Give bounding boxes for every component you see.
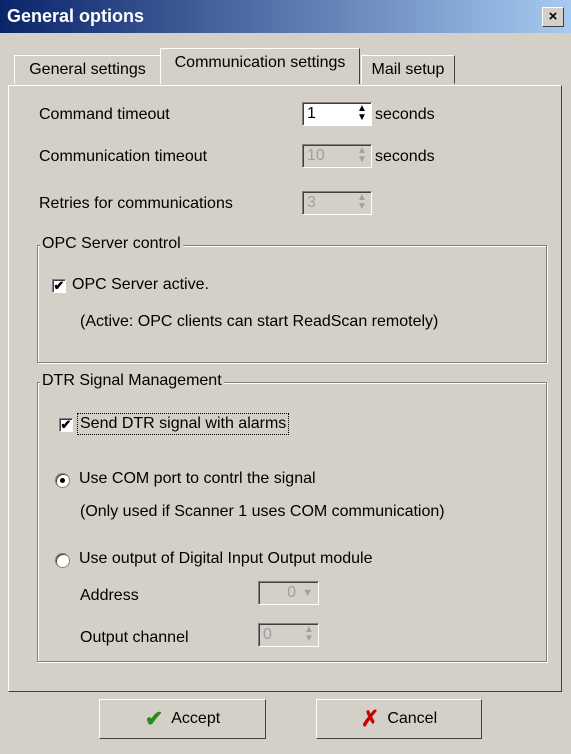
communication-timeout-unit: seconds: [375, 148, 435, 165]
opc-server-active-label[interactable]: OPC Server active.: [72, 276, 209, 294]
use-com-port-label[interactable]: Use COM port to contrl the signal: [79, 470, 316, 488]
tab-mail-setup[interactable]: Mail setup: [361, 55, 455, 84]
retries-value: 3: [307, 194, 316, 211]
use-com-port-note: (Only used if Scanner 1 uses COM communi…: [80, 503, 445, 520]
tab-general-settings[interactable]: General settings: [14, 55, 161, 84]
send-dtr-checkbox[interactable]: ✔: [59, 418, 73, 432]
address-select[interactable]: 0 ▼: [258, 581, 319, 605]
tab-label: General settings: [29, 61, 146, 78]
close-icon: ×: [548, 8, 558, 25]
tab-communication-settings[interactable]: Communication settings: [160, 48, 360, 84]
output-channel-spinner[interactable]: 0 ▲ ▼: [258, 623, 319, 647]
address-value: 0: [287, 584, 296, 601]
checkmark-icon: ✔: [53, 278, 65, 293]
chevron-down-icon[interactable]: ▼: [302, 582, 313, 604]
spinner-buttons[interactable]: ▲ ▼: [301, 625, 317, 645]
accept-label: Accept: [171, 710, 221, 727]
spinner-buttons[interactable]: ▲ ▼: [354, 146, 370, 166]
cancel-label: Cancel: [387, 710, 438, 727]
opc-server-group: [37, 245, 547, 363]
communication-timeout-value: 10: [307, 147, 325, 164]
command-timeout-label: Command timeout: [39, 106, 170, 123]
title-bar: General options ×: [0, 0, 571, 33]
opc-server-active-checkbox[interactable]: ✔: [52, 279, 66, 293]
spin-down-icon[interactable]: ▼: [354, 113, 370, 123]
command-timeout-unit: seconds: [375, 106, 435, 123]
retries-label: Retries for communications: [39, 195, 233, 212]
spin-down-icon[interactable]: ▼: [354, 202, 370, 212]
tab-label: Communication settings: [174, 54, 346, 71]
opc-server-group-title: OPC Server control: [40, 235, 183, 253]
dtr-signal-group-title: DTR Signal Management: [40, 372, 224, 390]
communication-timeout-label: Communication timeout: [39, 148, 208, 165]
spin-down-icon[interactable]: ▼: [301, 634, 317, 644]
retries-spinner[interactable]: 3 ▲ ▼: [302, 191, 372, 215]
address-label: Address: [80, 587, 139, 604]
spinner-buttons[interactable]: ▲ ▼: [354, 104, 370, 124]
output-channel-label: Output channel: [80, 629, 189, 646]
communication-timeout-spinner[interactable]: 10 ▲ ▼: [302, 144, 372, 168]
tab-label: Mail setup: [371, 61, 445, 78]
x-icon: ✗: [360, 706, 380, 731]
accept-button[interactable]: ✔ Accept: [99, 699, 266, 739]
radio-selected-dot: [60, 478, 65, 483]
opc-server-note: (Active: OPC clients can start ReadScan …: [80, 313, 439, 330]
check-icon: ✔: [144, 706, 164, 731]
close-button[interactable]: ×: [542, 7, 564, 27]
output-channel-value: 0: [263, 626, 272, 643]
use-dio-output-label[interactable]: Use output of Digital Input Output modul…: [79, 550, 373, 568]
command-timeout-spinner[interactable]: 1 ▲ ▼: [302, 102, 372, 126]
spin-down-icon[interactable]: ▼: [354, 155, 370, 165]
window-title: General options: [7, 6, 145, 26]
cancel-button[interactable]: ✗ Cancel: [316, 699, 482, 739]
send-dtr-label[interactable]: Send DTR signal with alarms: [77, 413, 290, 435]
use-com-port-radio[interactable]: [55, 473, 70, 488]
checkmark-icon: ✔: [60, 417, 72, 432]
command-timeout-value: 1: [307, 105, 316, 122]
spinner-buttons[interactable]: ▲ ▼: [354, 193, 370, 213]
use-dio-output-radio[interactable]: [55, 553, 70, 568]
